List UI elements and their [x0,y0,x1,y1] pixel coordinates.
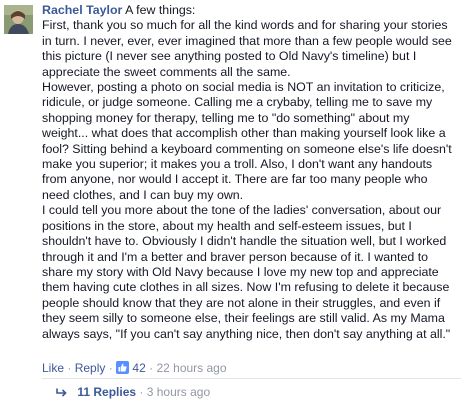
replies-timestamp: 3 hours ago [146,385,211,399]
comment-paragraph: I could tell you more about the tone of … [42,203,451,341]
comment-first-paragraph: Rachel Taylor A few things: [42,3,454,18]
comment-timestamp[interactable]: 22 hours ago [156,361,226,375]
comment-paragraph: First, thank you so much for all the kin… [42,18,452,79]
thumbs-up-icon [116,361,130,374]
comment-body: Rachel Taylor A few things: First, thank… [42,3,454,342]
reply-link[interactable]: Reply [75,361,106,375]
separator: · [139,385,144,399]
profile-photo-icon [4,5,33,34]
like-count[interactable]: 42 [132,361,145,375]
comment-author[interactable]: Rachel Taylor [42,3,122,17]
divider [42,378,461,379]
view-replies[interactable]: 11 Replies · 3 hours ago [56,385,210,402]
comment-actions: Like · Reply · 42 · 22 hours ago [42,361,227,376]
comment-intro: A few things: [125,3,196,17]
replies-count-link[interactable]: 11 Replies [77,385,136,399]
separator: · [67,361,72,375]
avatar[interactable] [4,5,33,34]
reply-arrow-icon [56,387,68,402]
comment: Rachel Taylor A few things: First, thank… [0,0,461,409]
like-link[interactable]: Like [42,361,64,375]
separator: · [149,361,154,375]
comment-paragraph: However, posting a photo on social media… [42,80,452,202]
separator: · [108,361,113,375]
